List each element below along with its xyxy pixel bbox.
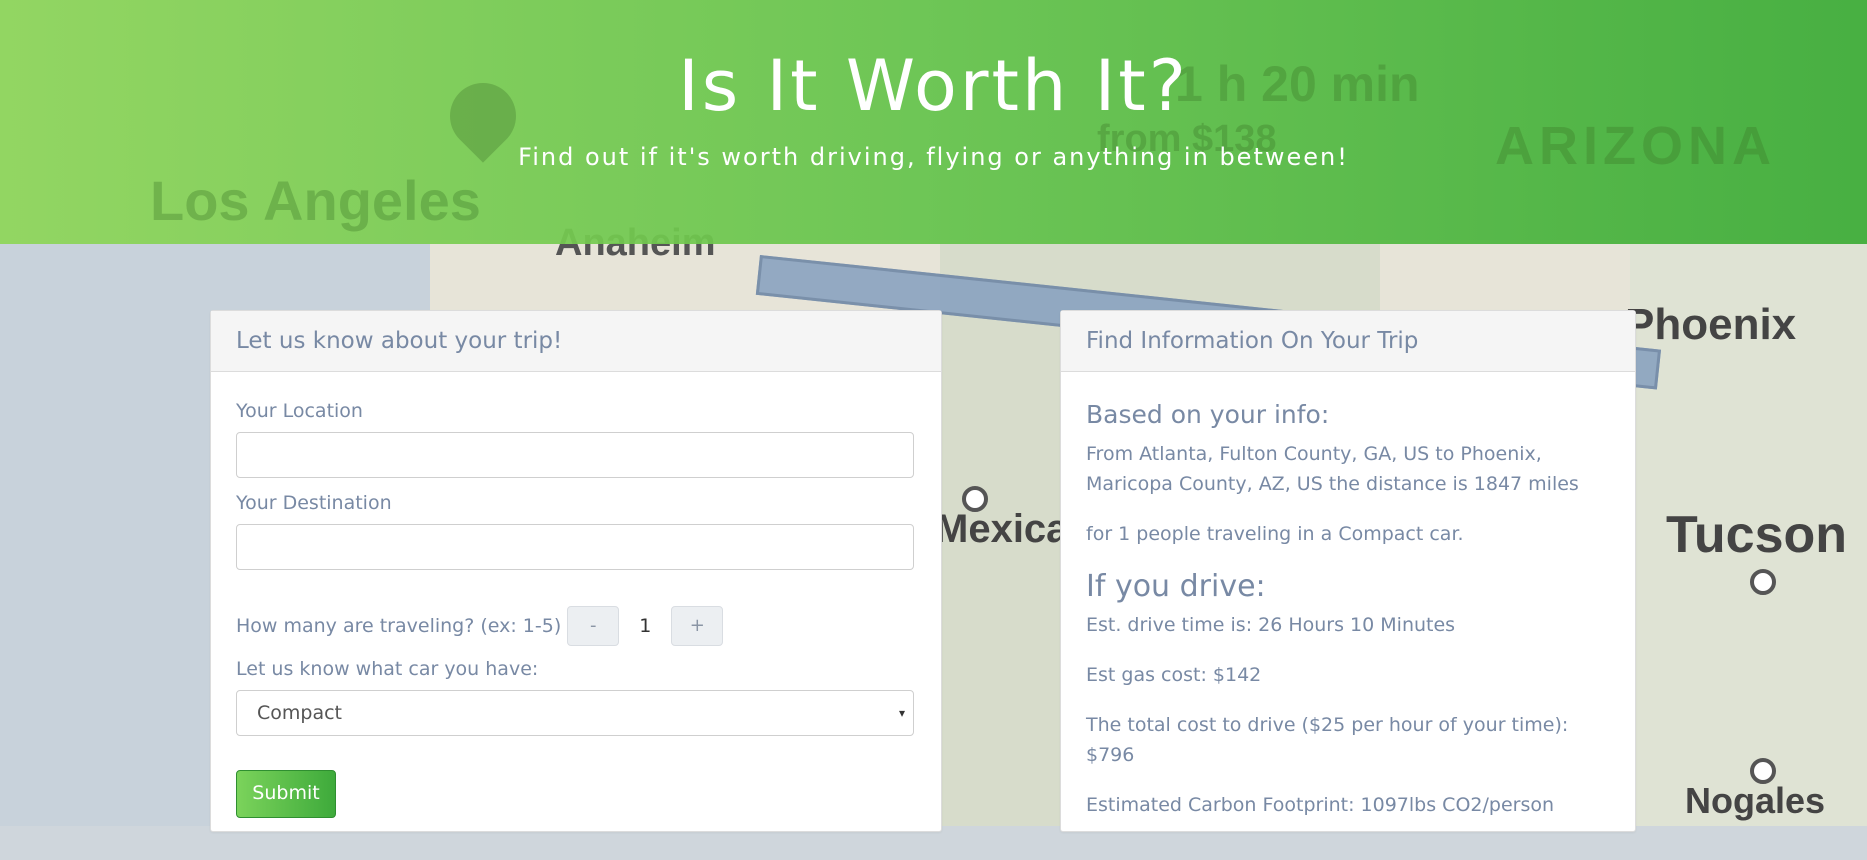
location-input[interactable] [236,432,914,478]
map-city-dot [1750,758,1776,784]
trip-info-heading: Find Information On Your Trip [1061,311,1635,372]
based-heading: Based on your info: [1086,400,1330,429]
map-label-nogales: Nogales [1685,780,1826,821]
map-label-los-angeles: Los Angeles [150,169,481,232]
increment-button[interactable]: + [671,606,724,646]
carbon-footprint: Estimated Carbon Footprint: 1097lbs CO2/… [1086,794,1555,816]
people-text: for 1 people traveling in a Compact car. [1086,523,1464,545]
trip-form-body: Your Location Your Destination How many … [211,372,941,838]
submit-button[interactable]: Submit [236,770,336,818]
location-label: Your Location [236,400,363,422]
car-select[interactable]: Compact ▾ [236,690,914,736]
page-subtitle: Find out if it's worth driving, flying o… [518,143,1349,171]
car-label: Let us know what car you have: [236,658,539,680]
chevron-down-icon: ▾ [898,706,905,720]
drive-time: Est. drive time is: 26 Hours 10 Minutes [1086,614,1456,636]
travelers-label: How many are traveling? (ex: 1-5) [236,615,562,637]
trip-form-heading: Let us know about your trip! [211,311,941,372]
travelers-stepper: How many are traveling? (ex: 1-5) - 1 + [236,606,916,646]
hero-banner: Los Angeles ARIZONA 1 h 20 min from $138… [0,0,1867,244]
total-cost: The total cost to drive ($25 per hour of… [1086,714,1569,766]
page-title: Is It Worth It? [678,45,1189,127]
trip-info-panel: Find Information On Your Trip Based on y… [1060,310,1636,832]
drive-heading: If you drive: [1086,569,1266,604]
destination-input[interactable] [236,524,914,570]
map-label-tucson: Tucson [1666,506,1848,564]
trip-info-body: Based on your info: From Atlanta, Fulton… [1061,372,1635,860]
map-city-dot [962,486,988,512]
car-select-value: Compact [257,702,342,724]
trip-form-panel: Let us know about your trip! Your Locati… [210,310,942,832]
map-label-phoenix: Phoenix [1625,300,1797,349]
decrement-button[interactable]: - [567,606,620,646]
map-city-dot [1750,569,1776,595]
destination-label: Your Destination [236,492,392,514]
travelers-value[interactable]: 1 [619,615,671,637]
route-text: From Atlanta, Fulton County, GA, US to P… [1086,443,1579,495]
gas-cost: Est gas cost: $142 [1086,664,1262,686]
